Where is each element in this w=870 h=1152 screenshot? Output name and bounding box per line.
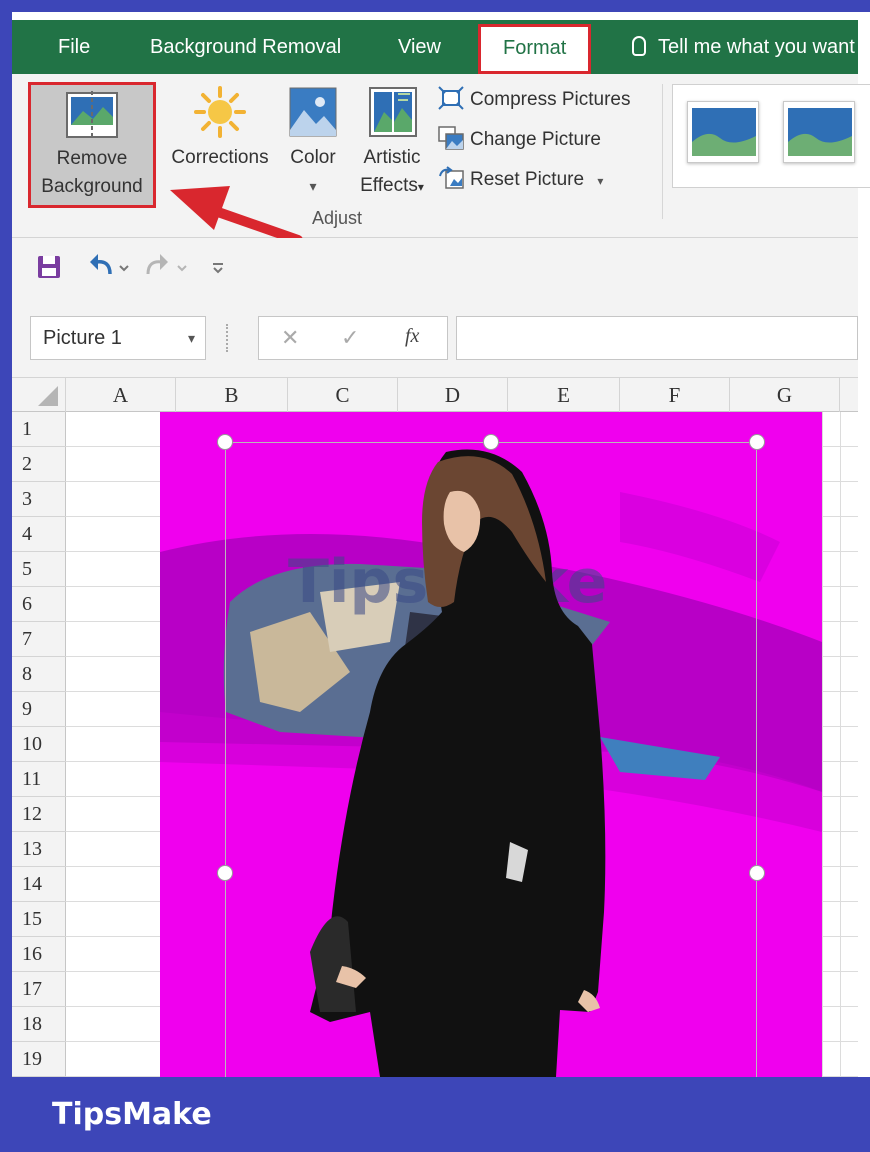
quick-access-toolbar — [12, 238, 858, 298]
row-header[interactable]: 15 — [12, 902, 66, 937]
reset-picture-button[interactable]: Reset Picture ▾ — [438, 164, 603, 196]
footer-brand: TipsMake — [52, 1097, 212, 1132]
sun-icon — [194, 86, 246, 138]
picture-styles-gallery — [672, 84, 870, 188]
reset-picture-icon — [439, 166, 464, 189]
formula-buttons: ✕ ✓ fx — [258, 316, 448, 360]
row-header[interactable]: 13 — [12, 832, 66, 867]
name-box-dropdown-icon[interactable]: ▾ — [188, 317, 195, 359]
column-header[interactable]: C — [288, 378, 398, 412]
compress-icon — [438, 86, 464, 110]
row-header[interactable]: 17 — [12, 972, 66, 1007]
row-header[interactable]: 8 — [12, 657, 66, 692]
picture-style-1[interactable] — [687, 101, 759, 163]
row-header[interactable]: 10 — [12, 727, 66, 762]
customize-toolbar-icon[interactable] — [210, 258, 226, 278]
picture-style-1-icon — [692, 108, 756, 156]
reset-dropdown-icon[interactable]: ▾ — [597, 174, 603, 188]
change-picture-label: Change Picture — [470, 129, 601, 150]
row-header[interactable]: 6 — [12, 587, 66, 622]
row-headers: 1 2 3 4 5 6 7 8 9 10 11 12 13 14 15 16 1… — [12, 412, 66, 1077]
change-picture-icon — [438, 126, 464, 150]
tab-background-removal[interactable]: Background Removal — [150, 20, 341, 74]
resize-handle[interactable] — [483, 434, 499, 450]
lightbulb-icon — [632, 36, 646, 56]
row-header[interactable]: 5 — [12, 552, 66, 587]
column-header[interactable]: D — [398, 378, 508, 412]
remove-background-label-2: Background — [41, 176, 143, 197]
adjust-group-label: Adjust — [312, 208, 363, 228]
name-box-value: Picture 1 — [43, 327, 122, 349]
resize-handle[interactable] — [217, 434, 233, 450]
tell-me-text: Tell me what you want — [658, 36, 855, 58]
column-header[interactable]: A — [66, 378, 176, 412]
tab-file[interactable]: File — [58, 20, 90, 74]
tab-view[interactable]: View — [398, 20, 441, 74]
remove-background-button[interactable]: Remove Background — [28, 82, 156, 208]
formula-bar: Picture 1 ▾ ✕ ✓ fx — [12, 298, 858, 378]
select-all-icon — [38, 386, 58, 406]
insert-function-icon[interactable]: fx — [405, 325, 419, 348]
compress-pictures-label: Compress Pictures — [470, 89, 631, 110]
compress-pictures-button[interactable]: Compress Pictures — [438, 84, 631, 116]
picture-style-2-icon — [788, 108, 852, 156]
enter-icon[interactable]: ✓ — [341, 325, 359, 351]
column-header[interactable]: E — [508, 378, 620, 412]
corrections-label: Corrections — [171, 147, 269, 168]
redo-icon[interactable] — [144, 252, 192, 282]
row-header[interactable]: 11 — [12, 762, 66, 797]
column-g-edge — [822, 412, 858, 1077]
row-header[interactable]: 19 — [12, 1042, 66, 1077]
row-header[interactable]: 4 — [12, 517, 66, 552]
artistic-effects-label-2: Effects▾ — [360, 175, 424, 196]
reset-picture-label: Reset Picture — [470, 169, 585, 190]
footer-banner: TipsMake — [0, 1077, 870, 1152]
column-header[interactable]: B — [176, 378, 288, 412]
row-header[interactable]: 14 — [12, 867, 66, 902]
resize-handle[interactable] — [217, 865, 233, 881]
picture-style-2[interactable] — [783, 101, 855, 163]
row-header[interactable]: 9 — [12, 692, 66, 727]
artistic-effects-button[interactable]: Artistic Effects▾ — [348, 84, 436, 204]
change-picture-button[interactable]: Change Picture — [438, 124, 601, 156]
picture-selection-frame — [225, 442, 757, 1082]
ribbon-format: Remove Background Corrections Color ▾ Ar… — [12, 74, 870, 238]
artistic-effects-icon — [369, 87, 417, 137]
row-header[interactable]: 2 — [12, 447, 66, 482]
tab-format[interactable]: Format — [478, 24, 592, 74]
undo-icon[interactable] — [86, 252, 134, 282]
remove-background-label-1: Remove — [56, 148, 128, 169]
remove-background-icon — [66, 91, 118, 139]
row-header[interactable]: 12 — [12, 797, 66, 832]
column-header[interactable]: F — [620, 378, 730, 412]
cancel-icon[interactable]: ✕ — [281, 325, 299, 351]
formula-bar-grip[interactable] — [226, 324, 230, 352]
name-box[interactable]: Picture 1 ▾ — [30, 316, 206, 360]
row-header[interactable]: 18 — [12, 1007, 66, 1042]
color-label: Color — [290, 147, 336, 168]
save-icon[interactable] — [36, 254, 62, 280]
artistic-effects-label-1: Artistic — [363, 147, 421, 168]
row-header[interactable]: 7 — [12, 622, 66, 657]
column-headers: A B C D E F G — [12, 378, 858, 412]
row-header[interactable]: 1 — [12, 412, 66, 447]
select-all-corner[interactable] — [12, 378, 66, 412]
group-separator — [662, 84, 663, 219]
row-header[interactable]: 3 — [12, 482, 66, 517]
color-picture-icon — [289, 87, 337, 137]
resize-handle[interactable] — [749, 865, 765, 881]
tell-me-box[interactable]: Tell me what you want — [632, 20, 855, 74]
resize-handle[interactable] — [749, 434, 765, 450]
row-header[interactable]: 16 — [12, 937, 66, 972]
formula-input[interactable] — [456, 316, 858, 360]
column-header[interactable]: G — [730, 378, 840, 412]
ribbon-tab-bar: File Background Removal View Format Tell… — [12, 20, 858, 74]
